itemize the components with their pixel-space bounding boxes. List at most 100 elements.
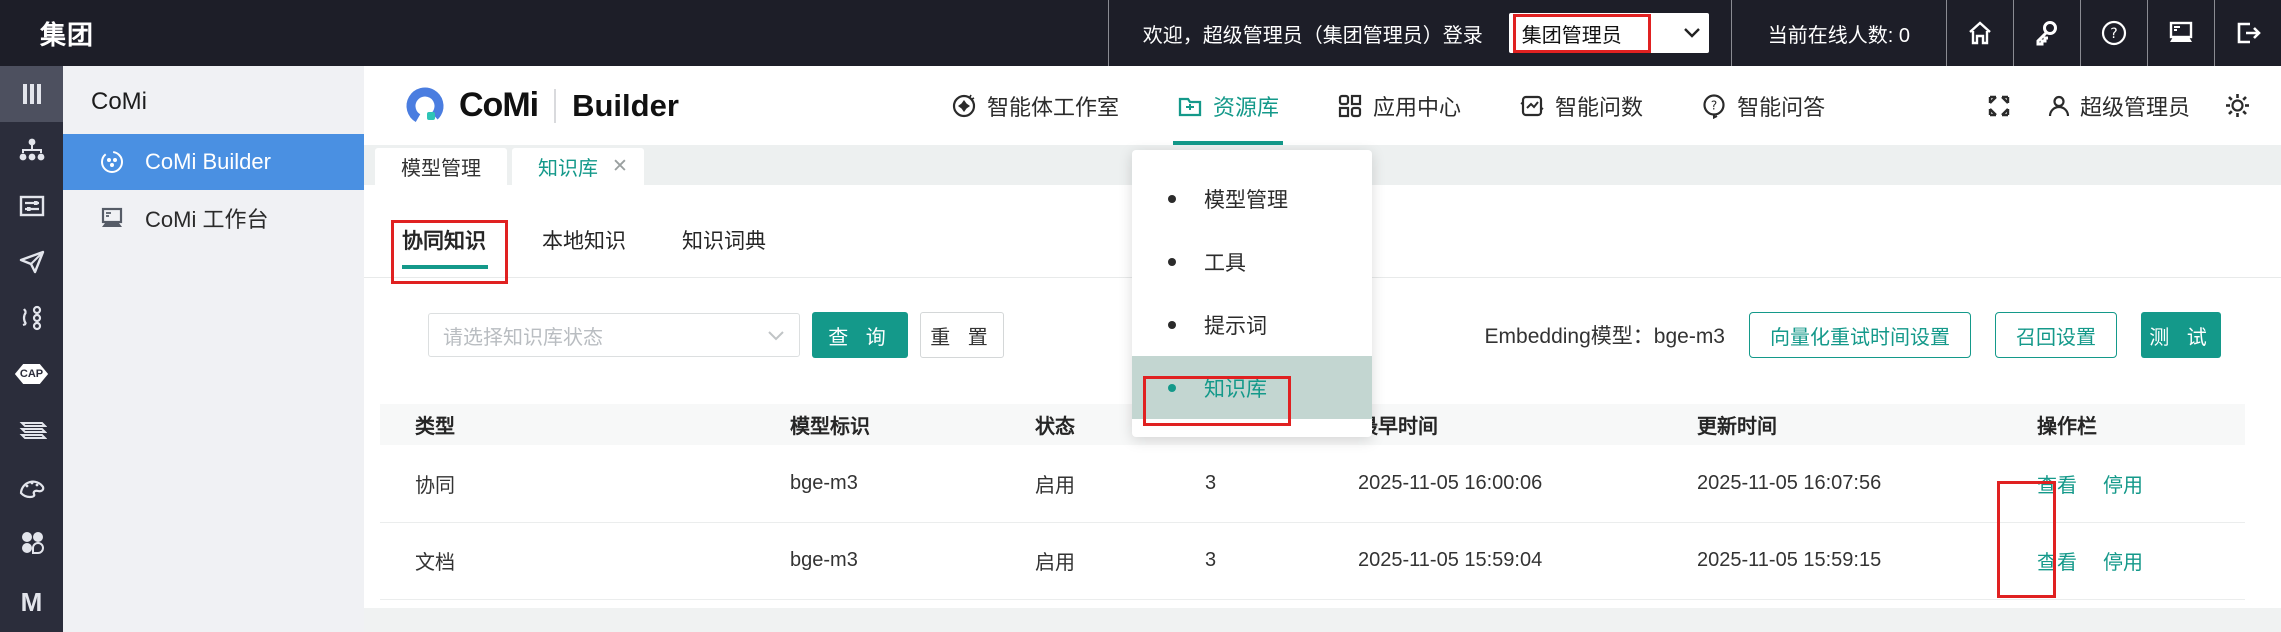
chevron-down-icon (767, 330, 785, 341)
org-role-select[interactable]: 集团管理员 (1509, 13, 1709, 53)
cell-model: bge-m3 (755, 522, 1000, 599)
cell-earliest: 2025-11-05 15:59:04 (1323, 522, 1662, 599)
brand: CoMi Builder (403, 84, 951, 128)
disable-link[interactable]: 停用 (2103, 475, 2143, 497)
svg-text:?: ? (1711, 98, 1717, 112)
menu-item-model-management[interactable]: 模型管理 (1132, 167, 1372, 230)
col-actions: 操作栏 (2002, 404, 2245, 445)
workbench-icon (99, 206, 125, 230)
bullet-icon (1168, 384, 1176, 392)
compass-icon (951, 93, 977, 119)
menu-item-tools[interactable]: 工具 (1132, 230, 1372, 293)
test-button[interactable]: 测 试 (2141, 312, 2221, 358)
nav-label: 智能问答 (1737, 90, 1825, 122)
col-earliest-time: 最早时间 (1323, 404, 1662, 445)
rail-orgchart-item[interactable] (0, 122, 63, 178)
vectorize-retry-settings-button[interactable]: 向量化重试时间设置 (1749, 312, 1971, 358)
brand-suffix: Builder (572, 88, 679, 124)
workspace-tab-knowledge-base[interactable]: 知识库 ✕ (512, 148, 644, 185)
rail-console-item[interactable] (0, 178, 63, 234)
palette-icon (17, 473, 47, 499)
view-link[interactable]: 查看 (2037, 552, 2077, 574)
reset-button[interactable]: 重 置 (920, 312, 1004, 358)
cell-type: 文档 (380, 522, 755, 599)
cell-type: 协同 (380, 445, 755, 522)
help-icon[interactable]: ? (2081, 0, 2147, 66)
disable-link[interactable]: 停用 (2103, 552, 2143, 574)
rail-pipeline-item[interactable] (0, 290, 63, 346)
close-icon[interactable]: ✕ (612, 155, 628, 178)
cell-actions: 查看 停用 (2002, 445, 2245, 522)
table-row: 协同 bge-m3 启用 3 2025-11-05 16:00:06 2025-… (380, 445, 2245, 522)
rail-publish-item[interactable] (0, 234, 63, 290)
tab-local-knowledge[interactable]: 本地知识 (542, 225, 626, 277)
resource-library-menu: 模型管理 工具 提示词 知识库 (1132, 150, 1372, 437)
menu-item-knowledge-base[interactable]: 知识库 (1132, 356, 1372, 419)
nav-label: 资源库 (1213, 90, 1279, 122)
nav-app-center[interactable]: 应用中心 (1337, 66, 1461, 145)
rail-columns-item[interactable] (0, 66, 63, 122)
grid-icon (1337, 93, 1363, 119)
workspace-tab-model-management[interactable]: 模型管理 (375, 148, 507, 185)
menu-item-label: 模型管理 (1204, 184, 1288, 214)
user-name: 超级管理员 (2080, 90, 2190, 122)
menu-item-label: 提示词 (1204, 310, 1267, 340)
menu-item-prompts[interactable]: 提示词 (1132, 293, 1372, 356)
question-bubble-icon: ? (1701, 93, 1727, 119)
monitor-icon[interactable] (2148, 0, 2214, 66)
tab-label: 模型管理 (401, 152, 481, 181)
tab-collaborative-knowledge[interactable]: 协同知识 (402, 225, 486, 277)
active-underline (1173, 141, 1283, 145)
query-button[interactable]: 查 询 (812, 312, 908, 358)
cell-count: 3 (1170, 445, 1323, 522)
rail-knowledge-item[interactable] (0, 402, 63, 458)
user-menu[interactable]: 超级管理员 (2046, 90, 2190, 122)
rail-apps-item[interactable] (0, 514, 63, 570)
cell-earliest: 2025-11-05 16:00:06 (1323, 445, 1662, 522)
divider (554, 89, 556, 123)
rail-theme-item[interactable] (0, 458, 63, 514)
tab-knowledge-dictionary[interactable]: 知识词典 (682, 225, 766, 277)
nav-label: 智能问数 (1555, 90, 1643, 122)
bullet-icon (1168, 321, 1176, 329)
tab-label: 知识库 (538, 152, 598, 181)
kb-status-placeholder: 请选择知识库状态 (443, 321, 603, 350)
nav-smart-qa[interactable]: ? 智能问答 (1701, 66, 1825, 145)
cap-icon: CAP (15, 364, 48, 384)
welcome-text: 欢迎，超级管理员（集团管理员）登录 (1109, 19, 1509, 48)
paper-plane-icon (18, 248, 46, 276)
recall-settings-button[interactable]: 召回设置 (1995, 312, 2117, 358)
kb-status-select[interactable]: 请选择知识库状态 (428, 313, 800, 357)
clover-icon (18, 528, 46, 556)
col-update-time: 更新时间 (1662, 404, 2002, 445)
module-rail: CAP M (0, 66, 63, 632)
app-sidebar: CoMi CoMi Builder CoMi 工作台 (63, 66, 364, 632)
online-count: 当前在线人数: 0 (1732, 19, 1946, 48)
workflow-icon (18, 304, 46, 332)
table-row: 文档 bge-m3 启用 3 2025-11-05 15:59:04 2025-… (380, 522, 2245, 599)
comi-logo-icon (403, 84, 447, 128)
embedding-model-label: Embedding模型：bge-m3 (1485, 320, 1725, 350)
app-sidebar-title: CoMi (63, 66, 364, 134)
nav-resource-library[interactable]: 资源库 (1177, 66, 1279, 145)
svg-text:?: ? (2110, 26, 2117, 42)
bullet-icon (1168, 258, 1176, 266)
col-type: 类型 (380, 404, 755, 445)
key-icon[interactable] (2014, 0, 2080, 66)
logout-icon[interactable] (2215, 0, 2281, 66)
cell-updated: 2025-11-05 16:07:56 (1662, 445, 2002, 522)
sidebar-item-label: CoMi Builder (145, 149, 271, 175)
nav-smart-data-qa[interactable]: 智能问数 (1519, 66, 1643, 145)
cell-updated: 2025-11-05 15:59:15 (1662, 522, 2002, 599)
nav-agent-studio[interactable]: 智能体工作室 (951, 66, 1119, 145)
gear-icon[interactable] (2224, 92, 2251, 119)
books-icon (17, 417, 47, 443)
builder-icon (99, 149, 125, 175)
sidebar-item-comi-workbench[interactable]: CoMi 工作台 (63, 190, 364, 246)
sidebar-item-comi-builder[interactable]: CoMi Builder (63, 134, 364, 190)
home-icon[interactable] (1947, 0, 2013, 66)
nav-label: 智能体工作室 (987, 90, 1119, 122)
view-link[interactable]: 查看 (2037, 475, 2077, 497)
rail-cap-item[interactable]: CAP (0, 346, 63, 402)
fullscreen-icon[interactable] (1986, 93, 2012, 119)
